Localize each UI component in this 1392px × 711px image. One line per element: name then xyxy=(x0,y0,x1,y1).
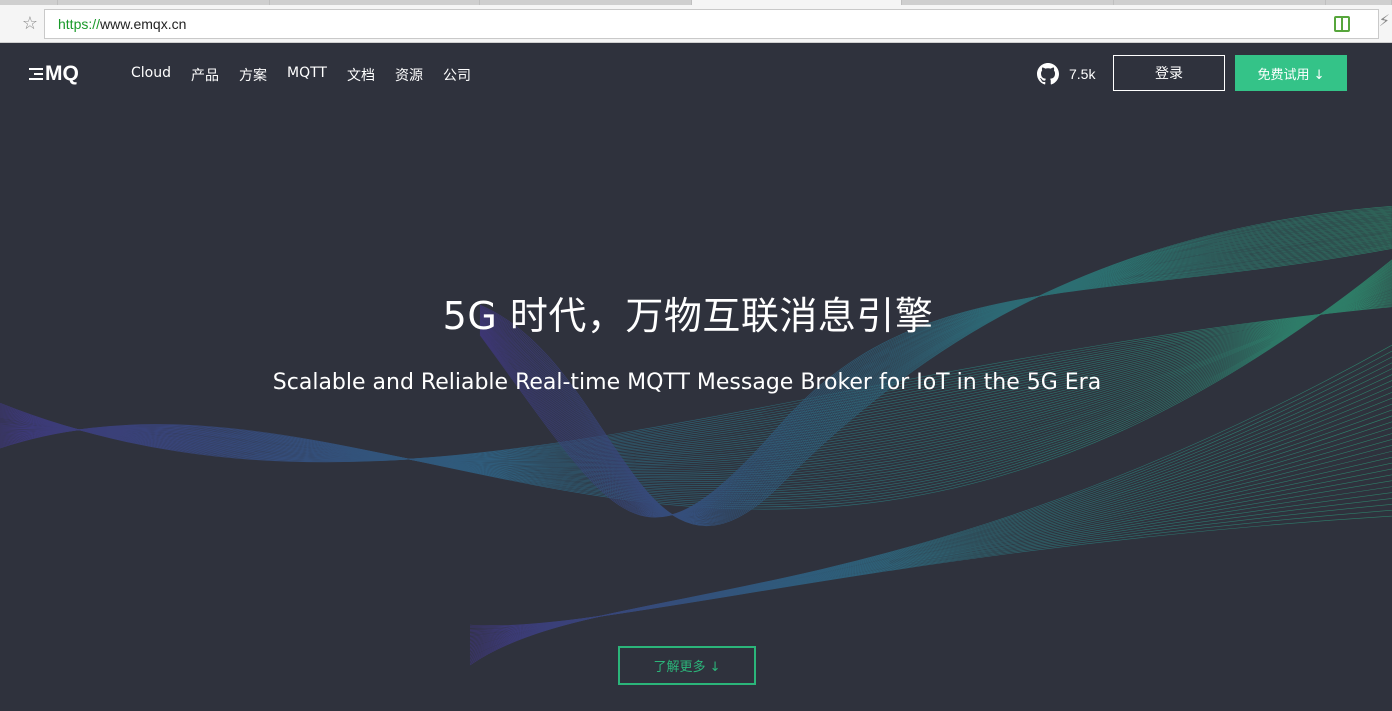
nav-item-5[interactable]: 资源 xyxy=(395,65,423,85)
github-stars-count: 7.5k xyxy=(1069,66,1096,82)
nav-item-2[interactable]: 方案 xyxy=(239,65,267,85)
logo-text: MQ xyxy=(45,62,79,85)
nav-item-1[interactable]: 产品 xyxy=(191,65,219,85)
site-header: MQ Cloud 产品 方案 MQTT 文档 资源 公司 7.5k 登录 免费试用 ↓ xyxy=(0,43,1392,105)
nav-item-0[interactable]: Cloud xyxy=(131,65,171,85)
url-host: www.emqx.cn xyxy=(100,16,187,32)
hero-wave-background xyxy=(0,206,1392,666)
nav-item-6[interactable]: 公司 xyxy=(443,65,471,85)
logo-bars-icon xyxy=(29,66,43,82)
hero-subtitle: Scalable and Reliable Real-time MQTT Mes… xyxy=(272,370,1102,395)
learn-more-button[interactable]: 了解更多 ↓ xyxy=(618,646,756,685)
github-icon xyxy=(1037,63,1059,85)
address-bar: ☆ https://www.emqx.cn ⚡ xyxy=(0,5,1392,43)
nav-item-4[interactable]: 文档 xyxy=(347,65,375,85)
login-button[interactable]: 登录 xyxy=(1113,55,1225,91)
reader-icon[interactable] xyxy=(1334,16,1350,32)
github-link[interactable]: 7.5k xyxy=(1037,63,1095,85)
free-trial-button[interactable]: 免费试用 ↓ xyxy=(1235,55,1347,91)
url-text[interactable]: https://www.emqx.cn xyxy=(58,16,186,32)
hero-title: 5G 时代，万物互联消息引擎 xyxy=(442,294,934,338)
flash-icon[interactable]: ⚡ xyxy=(1379,11,1390,30)
main-nav: Cloud 产品 方案 MQTT 文档 资源 公司 xyxy=(131,65,491,85)
star-icon[interactable]: ☆ xyxy=(20,14,40,34)
nav-item-3[interactable]: MQTT xyxy=(287,65,327,85)
url-field[interactable]: https://www.emqx.cn xyxy=(44,9,1379,39)
emq-logo[interactable]: MQ xyxy=(29,62,79,86)
url-protocol: https:// xyxy=(58,16,101,32)
